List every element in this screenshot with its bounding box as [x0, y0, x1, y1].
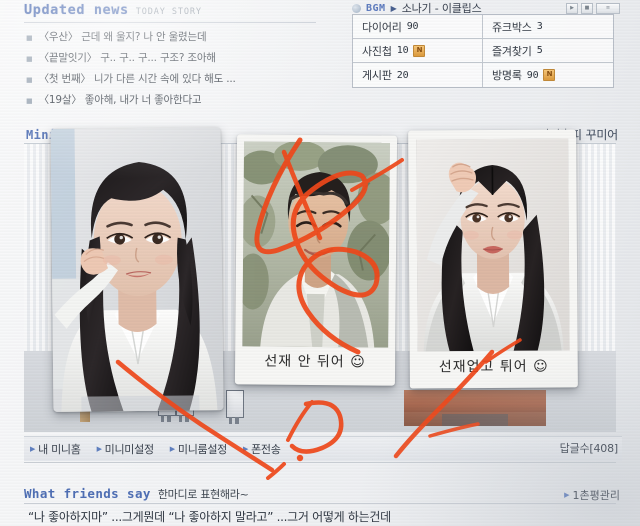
nav-link-my-minihome[interactable]: ▶ 내 미니홈 [30, 441, 81, 457]
furniture-legs [179, 415, 189, 422]
news-item[interactable]: ■ 〈끝말잇기〉 구.. 구.. 구... 구조? 조아해 [24, 48, 324, 69]
news-item[interactable]: ■ 〈19살〉 좋아해, 내가 너 좋아한다고 [24, 90, 324, 111]
photo-young-man-outdoors [242, 141, 391, 348]
news-item-label: 〈19살〉 좋아해, 내가 너 좋아한다고 [38, 93, 202, 106]
photocard-3-image-frame [416, 138, 570, 352]
arrow-right-icon: ▶ [96, 445, 102, 453]
menu-item-photoalbum[interactable]: 사진첩 10 N [353, 39, 483, 63]
menu-item-label: 게시판 [362, 69, 392, 82]
menu-item-label: 방명록 [492, 69, 522, 82]
photo-young-woman-hand-raised [416, 138, 570, 352]
photocard-2[interactable]: 선재 안 뒤어 ☺ [234, 134, 398, 386]
miniroom-furniture [226, 390, 244, 424]
menu-item-label: 쥬크박스 [492, 20, 532, 34]
bullet-icon: ■ [26, 33, 33, 42]
menu-item-guestbook[interactable]: 방명록 90 N [483, 63, 613, 87]
updated-news-header: Updated news TODAY STORY [24, 2, 324, 18]
photocard-3-caption: 선재업고 튀어 ☺ [438, 358, 549, 376]
photo-young-woman-white-shirt [50, 127, 224, 412]
news-divider [24, 22, 316, 23]
music-note-icon [352, 3, 361, 13]
bottom-divider [24, 462, 616, 463]
what-friends-say-title: What friends say [24, 486, 151, 501]
menu-item-count: 20 [396, 69, 409, 81]
arrow-right-icon: ▶ [169, 445, 175, 453]
bgm-stop-button[interactable]: ■ [581, 2, 593, 14]
minihompy-screen-photo: Updated news TODAY STORY ■ 〈우산〉 근데 왜 울지?… [0, 0, 640, 526]
new-badge-icon: N [543, 69, 556, 81]
ilchon-manage-label: 1촌평관리 [572, 489, 620, 502]
miniroom-bottom-nav: ▶ 내 미니홈 ▶ 미니미설정 ▶ 미니룸설정 ▶ 폰전송 [24, 436, 622, 461]
photocard-2-caption: 선재 안 뒤어 ☺ [264, 353, 366, 371]
bgm-play-button[interactable]: ▶ [566, 2, 578, 14]
arrow-right-icon: ▶ [564, 491, 570, 499]
nav-link-label: 미니룸설정 [177, 443, 227, 456]
nav-link-phone-transfer[interactable]: ▶ 폰전송 [243, 441, 281, 457]
bullet-icon: ■ [26, 96, 33, 105]
menu-item-jukebox[interactable]: 쥬크박스 3 [483, 15, 613, 39]
news-item-label: 〈첫 번째〉 니가 다른 시간 속에 있다 해도 ... [38, 72, 236, 85]
photocard-2-image-frame [242, 141, 391, 348]
furniture-legs [161, 415, 171, 422]
bullet-icon: ■ [26, 54, 33, 63]
menu-item-label: 사진첩 [362, 44, 392, 58]
photocard-1-image-frame [50, 127, 224, 412]
miniroom-shelf-shadow [442, 414, 508, 426]
menu-item-favorites[interactable]: 즐겨찾기 5 [483, 39, 613, 63]
news-item-label: 〈끝말잇기〉 구.. 구.. 구... 구조? 조아해 [38, 51, 216, 64]
menu-item-board[interactable]: 게시판 20 [353, 63, 483, 87]
nav-link-miniroom-settings[interactable]: ▶ 미니룸설정 [169, 441, 228, 457]
bgm-controls: ▶ ■ ≡ [566, 2, 620, 14]
updated-news-section: Updated news TODAY STORY ■ 〈우산〉 근데 왜 울지?… [24, 2, 324, 111]
menu-item-count: 90 [406, 21, 419, 32]
photocard-1[interactable] [50, 127, 224, 412]
furniture-legs [229, 417, 239, 424]
nav-link-label: 미니미설정 [104, 443, 154, 456]
menu-item-label: 즐겨찾기 [492, 44, 532, 58]
news-list: ■ 〈우산〉 근데 왜 울지? 나 안 울렸는데 ■ 〈끝말잇기〉 구.. 구.… [24, 27, 324, 111]
nav-link-label: 폰전송 [251, 443, 281, 456]
menu-item-label: 다이어리 [362, 20, 402, 34]
bgm-label: BGM [366, 2, 386, 14]
menu-item-diary[interactable]: 다이어리 90 [353, 15, 483, 39]
news-item-label: 〈우산〉 근데 왜 울지? 나 안 울렸는데 [38, 30, 207, 43]
updated-news-title: Updated news [24, 2, 129, 18]
bgm-playlist-button[interactable]: ≡ [596, 2, 620, 14]
ilchon-manage-link[interactable]: ▶ 1촌평관리 [564, 487, 620, 503]
news-item[interactable]: ■ 〈우산〉 근데 왜 울지? 나 안 울렸는데 [24, 27, 324, 48]
menu-item-count: 3 [536, 21, 543, 32]
news-item[interactable]: ■ 〈첫 번째〉 니가 다른 시간 속에 있다 해도 ... [24, 69, 324, 90]
arrow-right-icon: ▶ [242, 445, 249, 453]
friends-divider [24, 503, 616, 504]
reply-count-label: 답글수[408] [559, 442, 619, 455]
minihompy-menu-table: 다이어리 90 쥬크박스 3 사진첩 10 N 즐겨찾기 5 게시판 20 방명… [352, 14, 614, 88]
new-badge-icon: N [413, 44, 426, 57]
updated-news-subtitle: TODAY STORY [135, 7, 202, 17]
nav-link-label: 내 미니홈 [38, 443, 81, 456]
nav-link-minimi-settings[interactable]: ▶ 미니미설정 [96, 441, 155, 457]
play-icon[interactable]: ▶ [391, 4, 397, 13]
what-friends-say-header: What friends say 한마디로 표현해라~ [24, 486, 249, 502]
menu-item-count: 90 [526, 69, 539, 81]
menu-item-count: 10 [396, 45, 409, 56]
arrow-right-icon: ▶ [30, 445, 36, 453]
what-friends-say-subtitle: 한마디로 표현해라~ [157, 488, 249, 501]
menu-item-count: 5 [536, 45, 543, 56]
photocard-3[interactable]: 선재업고 튀어 ☺ [408, 129, 578, 389]
bullet-icon: ■ [26, 75, 33, 84]
friend-comment-text: “나 좋아하지마” ...그게뭔데 “나 좋아하지 말라고” ...그거 어떻게… [28, 510, 391, 524]
